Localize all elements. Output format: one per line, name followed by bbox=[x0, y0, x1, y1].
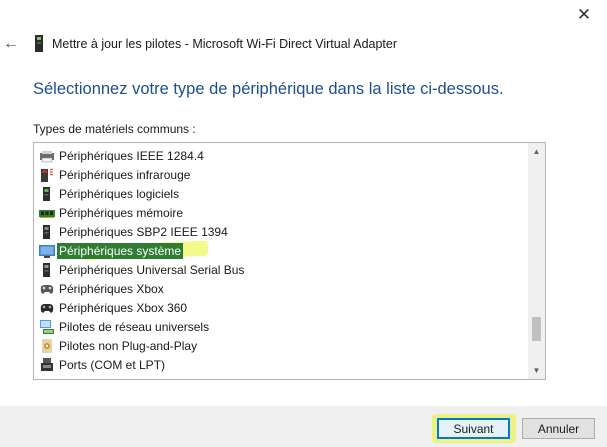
scroll-thumb[interactable] bbox=[532, 317, 541, 341]
list-item-label: Périphériques IEEE 1284.4 bbox=[59, 148, 204, 163]
chevron-down-icon: ▼ bbox=[532, 366, 541, 375]
infrared-icon bbox=[39, 167, 55, 183]
list-item[interactable]: Périphériques Xbox 360 bbox=[34, 298, 524, 317]
back-arrow-icon: ← bbox=[3, 35, 19, 52]
xbox-controller-icon bbox=[39, 281, 55, 297]
list-item-label: Pilotes non Plug-and-Play bbox=[59, 338, 198, 353]
list-item-label: Pilotes de réseau universels bbox=[59, 319, 210, 334]
scroll-down-button[interactable]: ▼ bbox=[528, 362, 545, 379]
list-item[interactable] bbox=[34, 374, 524, 380]
list-item[interactable]: Périphériques Universal Serial Bus bbox=[34, 260, 524, 279]
list-item[interactable]: Périphériques système bbox=[34, 240, 524, 261]
usb-icon bbox=[39, 262, 55, 278]
list-item[interactable]: Pilotes de réseau universels bbox=[34, 317, 524, 336]
list-item-label: Périphériques infrarouge bbox=[59, 167, 191, 182]
partial-item-icon bbox=[39, 376, 55, 380]
port-icon bbox=[39, 357, 55, 373]
list-item[interactable]: Périphériques logiciels bbox=[34, 184, 524, 203]
list-item[interactable]: Périphériques mémoire bbox=[34, 203, 524, 222]
list-item[interactable]: Périphériques infrarouge bbox=[34, 165, 524, 184]
software-device-icon bbox=[39, 186, 55, 202]
network-adapter-icon bbox=[34, 35, 44, 58]
system-device-icon bbox=[39, 243, 55, 259]
close-button[interactable]: ✕ bbox=[561, 0, 607, 30]
list-item-label: Périphériques logiciels bbox=[59, 186, 180, 201]
list-item-label: Périphériques Universal Serial Bus bbox=[59, 262, 245, 277]
list-item[interactable]: Périphériques SBP2 IEEE 1394 bbox=[34, 222, 524, 241]
scroll-up-button[interactable]: ▲ bbox=[528, 143, 545, 160]
list-item-label: Périphériques SBP2 IEEE 1394 bbox=[59, 224, 228, 239]
list-item-label: Périphériques Xbox bbox=[59, 281, 164, 296]
firewire-icon bbox=[39, 224, 55, 240]
list-item[interactable]: Pilotes non Plug-and-Play bbox=[34, 336, 524, 355]
list-item[interactable]: Périphériques IEEE 1284.4 bbox=[34, 146, 524, 165]
instruction-heading: Sélectionnez votre type de périphérique … bbox=[33, 80, 504, 98]
dialog-footer: Suivant Annuler bbox=[0, 406, 607, 447]
list-label: Types de matériels communs : bbox=[33, 122, 196, 136]
list-item-label: Périphériques Xbox 360 bbox=[59, 300, 188, 315]
driver-update-window: ✕ ← Mettre à jour les pilotes - Microsof… bbox=[0, 0, 607, 447]
list-item-label: Périphériques système bbox=[57, 242, 184, 259]
non-pnp-icon bbox=[39, 338, 55, 354]
vertical-scrollbar[interactable]: ▲ ▼ bbox=[528, 143, 545, 379]
network-icon bbox=[39, 319, 55, 335]
memory-icon bbox=[39, 205, 55, 221]
list-item-label: Ports (COM et LPT) bbox=[59, 357, 166, 372]
next-button[interactable]: Suivant bbox=[437, 418, 510, 439]
device-type-listbox[interactable]: Périphériques IEEE 1284.4 Périphériques i… bbox=[33, 142, 546, 380]
xbox-360-controller-icon bbox=[39, 300, 55, 316]
chevron-up-icon: ▲ bbox=[532, 147, 541, 156]
list-item[interactable]: Périphériques Xbox bbox=[34, 279, 524, 298]
printer-port-icon bbox=[39, 148, 55, 164]
back-button[interactable]: ← bbox=[3, 34, 19, 54]
list-item-label: Périphériques mémoire bbox=[59, 205, 184, 220]
window-title: Mettre à jour les pilotes - Microsoft Wi… bbox=[52, 37, 398, 51]
list-item[interactable]: Ports (COM et LPT) bbox=[34, 355, 524, 374]
close-icon: ✕ bbox=[576, 5, 592, 24]
device-type-list: Périphériques IEEE 1284.4 Périphériques i… bbox=[34, 146, 524, 380]
cancel-button[interactable]: Annuler bbox=[522, 418, 595, 439]
